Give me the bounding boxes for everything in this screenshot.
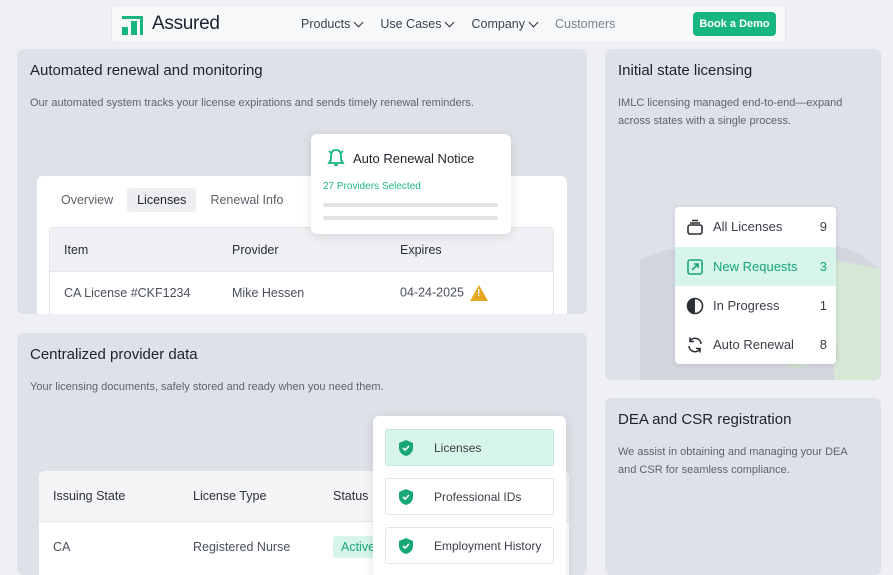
list-item-label: Auto Renewal — [713, 337, 794, 352]
list-item-count: 9 — [819, 219, 827, 234]
tab-overview[interactable]: Overview — [51, 188, 123, 212]
provider-title: Centralized provider data — [30, 346, 198, 363]
dea-desc: We assist in obtaining and managing your… — [618, 443, 848, 479]
doc-item-label: Licenses — [434, 440, 482, 455]
nav-products[interactable]: Products — [301, 17, 364, 31]
table-row[interactable]: CA License #CKF1234 Mike Hessen 04-24-20… — [50, 271, 553, 314]
tab-renewal-info[interactable]: Renewal Info — [200, 188, 293, 212]
licensing-card: Initial state licensing IMLC licensing m… — [605, 49, 881, 380]
list-item-label: All Licenses — [713, 219, 783, 234]
progress-icon — [685, 296, 705, 316]
document-list-popup: Licenses Professional IDs Employment His… — [373, 416, 566, 575]
tab-licenses[interactable]: Licenses — [127, 188, 197, 212]
nav-company-label: Company — [471, 17, 525, 31]
nav-products-label: Products — [301, 17, 351, 31]
warning-icon — [469, 285, 488, 301]
licensing-desc-line2: across states with a single process. — [618, 115, 792, 127]
doc-item-licenses[interactable]: Licenses — [385, 429, 554, 466]
doc-item-employment-history[interactable]: Employment History — [385, 527, 554, 564]
doc-item-label: Professional IDs — [434, 489, 522, 504]
col-expires: Expires — [400, 242, 442, 257]
chevron-down-icon — [445, 17, 455, 27]
list-item-label: New Requests — [713, 259, 798, 274]
shield-check-icon — [399, 537, 413, 554]
doc-item-label: Employment History — [434, 538, 542, 553]
nav-use-cases-label: Use Cases — [380, 17, 442, 31]
provider-desc: Your licensing documents, safely stored … — [30, 381, 384, 393]
list-item-auto-renewal[interactable]: Auto Renewal 8 — [675, 325, 836, 364]
stack-icon — [685, 217, 705, 237]
cell-item: CA License #CKF1234 — [64, 286, 191, 300]
cell-provider: Mike Hessen — [232, 286, 305, 300]
col-item: Item — [64, 242, 89, 257]
nav-customers[interactable]: Customers — [555, 17, 615, 31]
list-item-count: 1 — [819, 298, 827, 313]
chevron-down-icon — [528, 17, 539, 27]
dea-desc-line2: and CSR for seamless compliance. — [618, 464, 790, 476]
licensing-desc: IMLC licensing managed end-to-end—expand… — [618, 94, 842, 130]
list-item-count: 3 — [819, 259, 827, 274]
col-issuing-state: Issuing State — [53, 489, 126, 503]
expires-date: 04-24-2025 — [400, 285, 464, 300]
placeholder-bar — [323, 203, 498, 207]
nav-customers-label: Customers — [554, 17, 616, 31]
licensing-title: Initial state licensing — [618, 62, 753, 79]
shield-check-icon — [399, 488, 413, 505]
logo[interactable]: Assured — [122, 13, 220, 35]
col-status: Status — [333, 489, 369, 503]
top-nav: Assured Products Use Cases Company Custo… — [111, 5, 786, 43]
renewal-desc: Our automated system tracks your license… — [30, 97, 474, 109]
logo-icon — [122, 13, 146, 35]
dea-title: DEA and CSR registration — [618, 411, 792, 428]
placeholder-bar — [323, 216, 498, 220]
chevron-down-icon — [353, 17, 364, 27]
list-item-new-requests[interactable]: New Requests 3 — [675, 247, 836, 286]
refresh-icon — [685, 335, 705, 355]
col-license-type: License Type — [193, 489, 267, 503]
list-item-all-licenses[interactable]: All Licenses 9 — [675, 207, 836, 246]
cell-state: CA — [53, 539, 71, 554]
dea-desc-line1: We assist in obtaining and managing your… — [618, 446, 848, 458]
doc-item-professional-ids[interactable]: Professional IDs — [385, 478, 554, 515]
dea-card: DEA and CSR registration We assist in ob… — [605, 398, 881, 575]
bell-icon — [327, 149, 345, 166]
notice-subtitle: 27 Providers Selected — [323, 181, 421, 192]
list-item-label: In Progress — [713, 298, 780, 313]
renewal-title: Automated renewal and monitoring — [30, 62, 263, 79]
list-item-in-progress[interactable]: In Progress 1 — [675, 286, 836, 325]
auto-renewal-notice[interactable]: Auto Renewal Notice 27 Providers Selecte… — [311, 134, 511, 234]
list-item-count: 8 — [819, 337, 827, 352]
license-status-list: All Licenses 9 New Requests 3 In Progres… — [675, 207, 836, 364]
col-provider: Provider — [232, 242, 279, 257]
table-header: Item Provider Expires — [50, 228, 553, 271]
new-request-icon — [685, 257, 705, 277]
shield-check-icon — [399, 439, 413, 456]
nav-company[interactable]: Company — [471, 17, 539, 31]
notice-title: Auto Renewal Notice — [353, 150, 475, 166]
renewal-table: Item Provider Expires CA License #CKF123… — [49, 227, 554, 314]
nav-use-cases[interactable]: Use Cases — [380, 17, 455, 31]
licensing-desc-line1: IMLC licensing managed end-to-end—expand — [618, 97, 843, 109]
cell-license-type: Registered Nurse — [193, 539, 291, 554]
cell-expires: 04-24-2025 — [386, 285, 488, 301]
logo-text: Assured — [152, 13, 220, 34]
book-demo-button[interactable]: Book a Demo — [693, 12, 776, 36]
